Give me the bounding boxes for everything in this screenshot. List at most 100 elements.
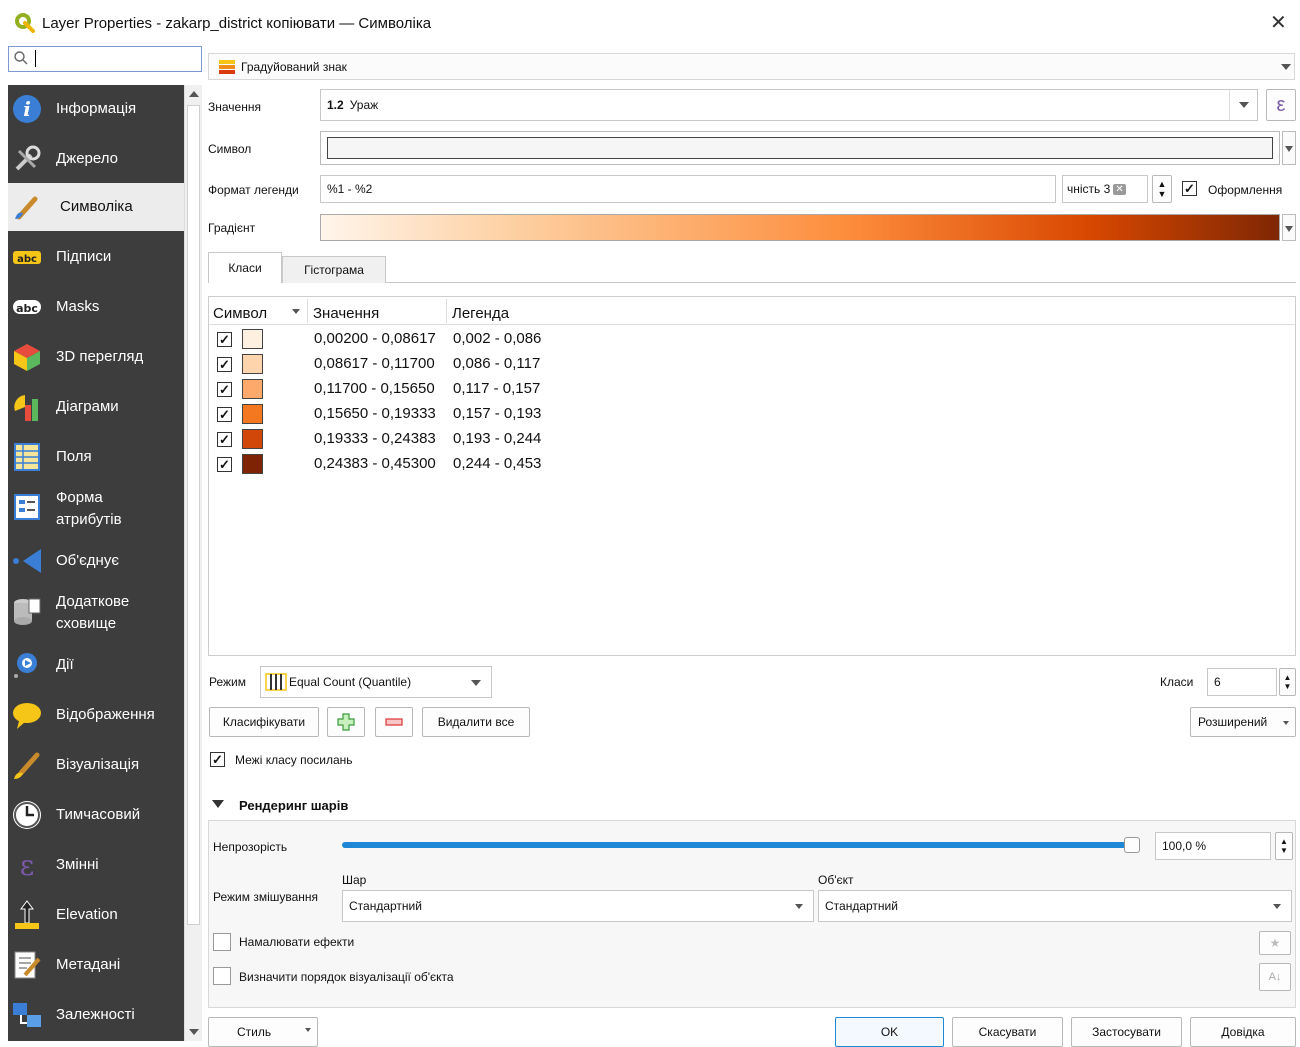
table-row[interactable]: ✓ 0,19333 - 0,24383 0,193 - 0,244 (209, 427, 809, 452)
table-row[interactable]: ✓ 0,15650 - 0,19333 0,157 - 0,193 (209, 402, 809, 427)
draw-effects-checkbox[interactable] (213, 933, 231, 951)
class-visible-checkbox[interactable]: ✓ (217, 332, 232, 347)
table-row[interactable]: ✓ 0,24383 - 0,45300 0,244 - 0,453 (209, 452, 809, 477)
sidebar-item-joins[interactable]: Об'єднує (8, 537, 184, 585)
precision-stepper[interactable]: ▲ ▼ (1152, 175, 1172, 203)
renderer-type-select[interactable]: Градуйований знак (208, 53, 1295, 80)
sidebar-item-diagrams[interactable]: Діаграми (8, 383, 184, 431)
sidebar-item-3d-view[interactable]: 3D перегляд (8, 333, 184, 381)
sidebar-item-display[interactable]: Відображення (8, 691, 184, 739)
sidebar-item-metadata[interactable]: Метадані (8, 941, 184, 989)
table-row[interactable]: ✓ 0,00200 - 0,08617 0,002 - 0,086 (209, 327, 809, 352)
class-symbol-swatch[interactable] (242, 354, 263, 374)
close-icon[interactable]: ✕ (1270, 10, 1287, 35)
class-legend[interactable]: 0,002 - 0,086 (453, 330, 541, 347)
class-symbol-swatch[interactable] (242, 429, 263, 449)
opacity-slider-handle[interactable] (1124, 837, 1140, 853)
collapse-triangle-icon[interactable] (212, 800, 224, 808)
table-row[interactable]: ✓ 0,11700 - 0,15650 0,117 - 0,157 (209, 377, 809, 402)
symbol-menu-button[interactable] (1282, 131, 1296, 165)
color-ramp-menu-button[interactable] (1282, 214, 1296, 241)
sidebar-item-symbology[interactable]: Символіка (8, 183, 184, 231)
symbol-button[interactable] (320, 131, 1280, 165)
class-value[interactable]: 0,00200 - 0,08617 (314, 330, 436, 347)
classes-table[interactable]: Символ Значення Легенда ✓ 0,00200 - 0,086… (208, 296, 1296, 656)
format-checkbox[interactable]: ✓ (1182, 181, 1197, 196)
column-header-value[interactable]: Значення (313, 299, 379, 323)
layer-rendering-title[interactable]: Рендеринг шарів (239, 798, 348, 813)
class-symbol-swatch[interactable] (242, 404, 263, 424)
class-legend[interactable]: 0,157 - 0,193 (453, 405, 541, 422)
tab-histogram[interactable]: Гістограма (282, 256, 386, 283)
sidebar-scrollbar[interactable] (184, 85, 202, 1041)
style-menu-button[interactable]: Стиль (208, 1017, 318, 1047)
table-row[interactable]: ✓ 0,08617 - 0,11700 0,086 - 0,117 (209, 352, 809, 377)
value-field-select[interactable]: 1.2 Ураж (320, 89, 1258, 121)
layer-blend-select[interactable]: Стандартний (342, 890, 814, 922)
sidebar-item-labels[interactable]: abc Підписи (8, 233, 184, 281)
color-ramp-button[interactable] (320, 214, 1280, 241)
column-header-symbol[interactable]: Символ (213, 299, 267, 323)
class-legend[interactable]: 0,117 - 0,157 (453, 380, 540, 397)
apply-button[interactable]: Застосувати (1071, 1017, 1182, 1047)
scroll-down-icon[interactable] (189, 1029, 199, 1035)
sidebar-item-rendering[interactable]: Візуалізація (8, 741, 184, 789)
tab-classes[interactable]: Класи (208, 252, 282, 283)
link-class-boundaries-checkbox[interactable]: ✓ (210, 752, 225, 767)
sidebar-item-variables[interactable]: ε Змінні (8, 841, 184, 889)
sidebar-item-masks[interactable]: abc Masks (8, 283, 184, 331)
ok-button[interactable]: OK (835, 1017, 944, 1047)
opacity-slider[interactable] (342, 837, 1140, 853)
class-visible-checkbox[interactable]: ✓ (217, 432, 232, 447)
column-header-legend[interactable]: Легенда (452, 299, 509, 323)
expression-button[interactable]: ε (1266, 89, 1296, 121)
advanced-menu-button[interactable]: Розширений (1190, 707, 1296, 737)
effects-settings-button[interactable]: ★ (1259, 931, 1291, 955)
class-symbol-swatch[interactable] (242, 454, 263, 474)
classify-button[interactable]: Класифікувати (209, 707, 319, 737)
add-class-button[interactable] (327, 707, 365, 737)
class-visible-checkbox[interactable]: ✓ (217, 407, 232, 422)
search-field[interactable] (39, 49, 189, 69)
legend-format-input[interactable]: %1 - %2 (320, 175, 1056, 203)
object-blend-select[interactable]: Стандартний (818, 890, 1292, 922)
class-value[interactable]: 0,08617 - 0,11700 (314, 355, 435, 372)
scrollbar-thumb[interactable] (187, 105, 200, 925)
sidebar-item-source[interactable]: Джерело (8, 135, 184, 183)
sidebar-item-temporal[interactable]: Тимчасовий (8, 791, 184, 839)
sidebar-item-actions[interactable]: Дії (8, 641, 184, 689)
class-value[interactable]: 0,11700 - 0,15650 (314, 380, 435, 397)
delete-class-button[interactable] (375, 707, 413, 737)
class-visible-checkbox[interactable]: ✓ (217, 357, 232, 372)
precision-spinbox[interactable]: чність 3 ✕ (1062, 175, 1148, 203)
class-symbol-swatch[interactable] (242, 329, 263, 349)
class-visible-checkbox[interactable]: ✓ (217, 457, 232, 472)
mode-select[interactable]: Equal Count (Quantile) (260, 666, 492, 698)
help-button[interactable]: Довідка (1190, 1017, 1296, 1047)
sidebar-item-auxiliary-storage[interactable]: Додаткове сховище (8, 587, 184, 635)
class-legend[interactable]: 0,244 - 0,453 (453, 455, 541, 472)
class-value[interactable]: 0,24383 - 0,45300 (314, 455, 436, 472)
clear-icon[interactable]: ✕ (1113, 183, 1126, 195)
sidebar-item-dependencies[interactable]: Залежності (8, 991, 184, 1039)
sidebar-item-information[interactable]: i Інформація (8, 85, 184, 133)
opacity-spinbox[interactable]: 100,0 % (1155, 832, 1271, 860)
class-symbol-swatch[interactable] (242, 379, 263, 399)
sidebar-item-fields[interactable]: Поля (8, 433, 184, 481)
classes-count-spinbox[interactable]: 6 (1207, 668, 1277, 696)
sidebar-item-elevation[interactable]: Elevation (8, 891, 184, 939)
class-visible-checkbox[interactable]: ✓ (217, 382, 232, 397)
scroll-up-icon[interactable] (189, 91, 199, 97)
opacity-stepper[interactable]: ▲ ▼ (1275, 832, 1293, 860)
class-legend[interactable]: 0,086 - 0,117 (453, 355, 540, 372)
search-input[interactable] (8, 46, 202, 72)
sidebar-item-attributes-form[interactable]: Форма атрибутів (8, 483, 184, 531)
render-order-checkbox[interactable] (213, 967, 231, 985)
cancel-button[interactable]: Скасувати (952, 1017, 1063, 1047)
classes-count-stepper[interactable]: ▲ ▼ (1279, 668, 1296, 696)
delete-all-button[interactable]: Видалити все (422, 707, 530, 737)
class-value[interactable]: 0,19333 - 0,24383 (314, 430, 436, 447)
render-order-button[interactable]: A↓ (1259, 963, 1291, 991)
class-value[interactable]: 0,15650 - 0,19333 (314, 405, 436, 422)
class-legend[interactable]: 0,193 - 0,244 (453, 430, 541, 447)
